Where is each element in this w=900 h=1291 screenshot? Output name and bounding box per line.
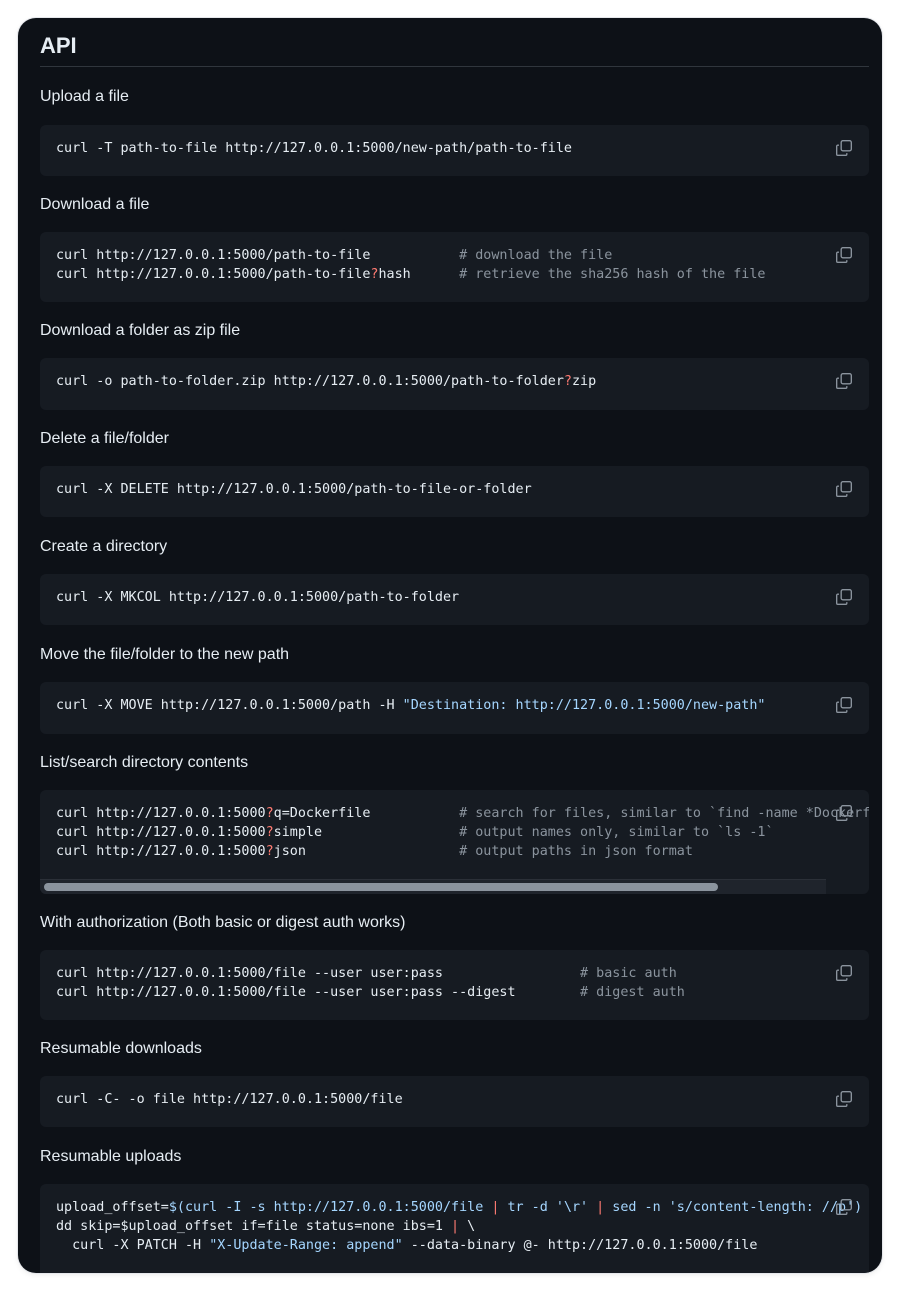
title-divider [40, 66, 869, 67]
copy-button[interactable] [835, 588, 853, 606]
copy-button[interactable] [835, 372, 853, 390]
section-heading: Delete a file/folder [40, 430, 169, 447]
code-block: upload_offset=$(curl -I -s http://127.0.… [40, 1184, 869, 1273]
code-token: \ [459, 1219, 476, 1234]
copy-button[interactable] [835, 696, 853, 714]
code-text: curl -C- -o file http://127.0.0.1:5000/f… [56, 1090, 403, 1109]
code-block: curl -o path-to-folder.zip http://127.0.… [40, 358, 869, 410]
copy-button[interactable] [835, 139, 853, 157]
code-block: curl -X MOVE http://127.0.0.1:5000/path … [40, 682, 869, 734]
code-text: curl -X MKCOL http://127.0.0.1:5000/path… [56, 588, 459, 607]
code-block: curl http://127.0.0.1:5000/file --user u… [40, 950, 869, 1020]
copy-button[interactable] [835, 480, 853, 498]
code-token: curl http://127.0.0.1:5000 [56, 844, 266, 859]
section-heading: With authorization (Both basic or digest… [40, 914, 406, 931]
code-text: curl -X DELETE http://127.0.0.1:5000/pat… [56, 480, 532, 499]
copy-icon [835, 480, 853, 498]
horizontal-scrollbar[interactable] [40, 879, 826, 894]
copy-icon [835, 1090, 853, 1108]
copy-icon [835, 588, 853, 606]
code-string: $(curl -I -s http://127.0.0.1:5000/file [168, 1200, 492, 1215]
code-token: curl http://127.0.0.1:5000 [56, 825, 266, 840]
code-block: curl -T path-to-file http://127.0.0.1:50… [40, 125, 869, 176]
code-text: curl -T path-to-file http://127.0.0.1:50… [56, 139, 572, 158]
copy-button[interactable] [835, 1090, 853, 1108]
page-title: API [40, 33, 77, 58]
code-token: curl -T path-to-file http://127.0.0.1:50… [56, 141, 572, 156]
section-heading: Download a folder as zip file [40, 322, 241, 339]
code-comment: # retrieve the sha256 hash of the file [459, 267, 766, 282]
code-operator: ? [265, 844, 274, 859]
code-token: upload_offset= [56, 1200, 169, 1215]
code-block: curl -X DELETE http://127.0.0.1:5000/pat… [40, 466, 869, 517]
section-heading: Create a directory [40, 538, 168, 555]
code-block: curl -C- -o file http://127.0.0.1:5000/f… [40, 1076, 869, 1127]
copy-icon [835, 804, 853, 822]
copy-icon [835, 696, 853, 714]
code-comment: # output paths in json format [459, 844, 693, 859]
code-block: curl http://127.0.0.1:5000/path-to-file … [40, 232, 869, 302]
copy-icon [835, 139, 853, 157]
code-comment: # output names only, similar to `ls -1` [459, 825, 774, 840]
code-comment: # search for files, similar to `find -na… [459, 806, 869, 821]
code-token: zip [571, 374, 597, 389]
code-token: curl http://127.0.0.1:5000/file --user u… [56, 985, 581, 1000]
copy-icon [835, 246, 853, 264]
code-token: simple [273, 825, 460, 840]
section-heading: Download a file [40, 196, 150, 213]
code-text: curl -X MOVE http://127.0.0.1:5000/path … [56, 696, 765, 715]
code-text: curl -o path-to-folder.zip http://127.0.… [56, 372, 596, 391]
code-token: curl -X PATCH -H [56, 1238, 210, 1253]
code-token: curl -C- -o file http://127.0.0.1:5000/f… [56, 1092, 403, 1107]
code-token: curl -o path-to-folder.zip http://127.0.… [56, 374, 564, 389]
code-block: curl -X MKCOL http://127.0.0.1:5000/path… [40, 574, 869, 625]
code-token: curl -X MOVE http://127.0.0.1:5000/path … [56, 698, 403, 713]
section-heading: Move the file/folder to the new path [40, 646, 290, 663]
code-token: q=Dockerfile [273, 806, 460, 821]
code-operator: ? [265, 806, 274, 821]
code-token: curl http://127.0.0.1:5000/path-to-file [56, 248, 460, 263]
code-token: json [273, 844, 460, 859]
code-token: curl http://127.0.0.1:5000/file --user u… [56, 966, 581, 981]
code-token: curl -X DELETE http://127.0.0.1:5000/pat… [56, 482, 532, 497]
code-string: "X-Update-Range: append" [209, 1238, 403, 1253]
code-text: curl http://127.0.0.1:5000/file --user u… [56, 964, 685, 1002]
code-token: hash [378, 267, 460, 282]
code-comment: # digest auth [580, 985, 685, 1000]
copy-icon [835, 964, 853, 982]
scrollbar-thumb[interactable] [44, 883, 718, 891]
code-comment: # download the file [459, 248, 613, 263]
copy-button[interactable] [835, 804, 853, 822]
section-heading: List/search directory contents [40, 754, 249, 771]
code-operator: ? [563, 374, 572, 389]
copy-button[interactable] [835, 964, 853, 982]
code-text: curl http://127.0.0.1:5000?q=Dockerfile … [56, 804, 869, 861]
code-string: sed -n 's/content-length: //p') [604, 1200, 863, 1215]
section-heading: Resumable uploads [40, 1148, 182, 1165]
copy-icon [835, 1198, 853, 1216]
code-token: dd skip=$upload_offset if=file status=no… [56, 1219, 452, 1234]
code-token: curl http://127.0.0.1:5000 [56, 806, 266, 821]
copy-button[interactable] [835, 1198, 853, 1216]
code-text: curl http://127.0.0.1:5000/path-to-file … [56, 246, 765, 284]
code-token: curl -X MKCOL http://127.0.0.1:5000/path… [56, 590, 460, 605]
code-token: --data-binary @- http://127.0.0.1:5000/f… [402, 1238, 758, 1253]
code-block: curl http://127.0.0.1:5000?q=Dockerfile … [40, 790, 869, 894]
code-operator: ? [265, 825, 274, 840]
section-heading: Resumable downloads [40, 1040, 202, 1057]
code-string: tr -d '\r' [499, 1200, 597, 1215]
code-text: upload_offset=$(curl -I -s http://127.0.… [56, 1198, 862, 1255]
api-docs-panel: API Upload a file curl -T path-to-file ht… [18, 18, 882, 1273]
code-string: "Destination: http://127.0.0.1:5000/new-… [402, 698, 766, 713]
code-comment: # basic auth [580, 966, 677, 981]
copy-button[interactable] [835, 246, 853, 264]
code-token: curl http://127.0.0.1:5000/path-to-file [56, 267, 371, 282]
code-operator: | [451, 1219, 460, 1234]
section-heading: Upload a file [40, 88, 129, 105]
copy-icon [835, 372, 853, 390]
